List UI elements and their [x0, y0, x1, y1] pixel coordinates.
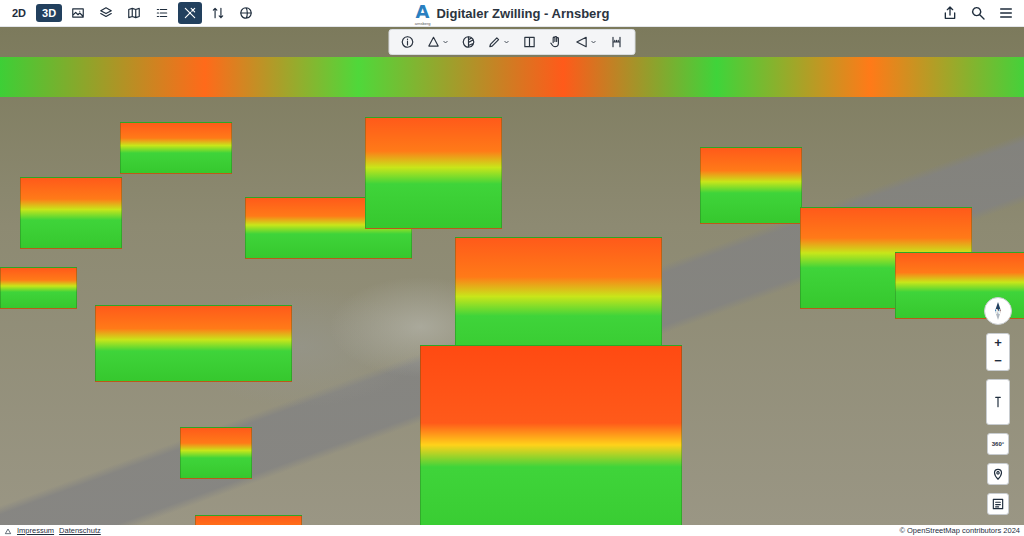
logo-caption: arnsberg [415, 22, 431, 26]
footer-links: Impressum Datenschutz [4, 525, 101, 536]
chevron-down-icon [442, 38, 450, 46]
view-mode-button[interactable]: 3D [36, 4, 62, 22]
building [195, 515, 302, 525]
building [0, 267, 77, 309]
view-toolbar: 2D3D [6, 2, 258, 24]
map-toolbar [389, 29, 636, 55]
building [120, 122, 232, 174]
draw-icon [488, 35, 502, 49]
view-360-button[interactable]: 360° [987, 433, 1009, 455]
location-pin-icon [991, 467, 1005, 481]
map-3d-view[interactable]: N +− 360° [0, 27, 1024, 525]
menu-button[interactable] [994, 2, 1018, 24]
chevron-down-icon [503, 38, 511, 46]
share-button[interactable] [938, 2, 962, 24]
zoom-control: +− [986, 333, 1010, 371]
search-icon [970, 5, 986, 21]
draw-tool[interactable] [483, 32, 516, 52]
app-title: Digitaler Zwilling - Arnsberg [436, 6, 609, 21]
compass[interactable]: N [984, 297, 1012, 325]
pan-icon [549, 35, 563, 49]
menu-icon [998, 5, 1014, 21]
chevron-down-icon [590, 38, 598, 46]
compass-north: N [995, 308, 1000, 315]
search-button[interactable] [966, 2, 990, 24]
legend-icon [155, 6, 169, 20]
layers-button[interactable] [94, 2, 118, 24]
location-button[interactable] [987, 463, 1009, 485]
share-tool[interactable] [570, 32, 603, 52]
legend-button[interactable] [150, 2, 174, 24]
top-bar: 2D3D Aarnsberg Digitaler Zwilling - Arnsbe… [0, 0, 1024, 27]
header-actions [938, 2, 1018, 24]
swap-icon [211, 6, 225, 20]
building [365, 117, 502, 229]
share-icon [942, 5, 958, 21]
image-button[interactable] [66, 2, 90, 24]
logo-letter: A [416, 1, 430, 22]
layers-icon [99, 6, 113, 20]
swap-button[interactable] [206, 2, 230, 24]
ruler-tool[interactable] [605, 32, 629, 52]
app: 2D3D Aarnsberg Digitaler Zwilling - Arnsbe… [0, 0, 1024, 536]
zoom-out-button[interactable]: − [987, 352, 1009, 370]
zoom-in-button[interactable]: + [987, 334, 1009, 352]
shade-tool[interactable] [457, 32, 481, 52]
info-tool[interactable] [396, 32, 420, 52]
view-mode-button[interactable]: 2D [6, 4, 32, 22]
shade-icon [462, 35, 476, 49]
tools-button[interactable] [178, 2, 202, 24]
info-icon [401, 35, 415, 49]
building [700, 147, 802, 224]
map-icon [127, 6, 141, 20]
share-icon [575, 35, 589, 49]
map-legend-button[interactable] [987, 493, 1009, 515]
split-tool[interactable] [518, 32, 542, 52]
building [420, 345, 682, 525]
globe-icon [239, 6, 253, 20]
tilt-slider[interactable] [986, 379, 1010, 425]
measure-tool[interactable] [422, 32, 455, 52]
ruler-icon [610, 35, 624, 49]
footer-link[interactable]: Impressum [17, 525, 54, 536]
image-icon [71, 6, 85, 20]
map-list-icon [991, 497, 1005, 511]
building [180, 427, 252, 479]
tilt-icon [991, 384, 1005, 420]
brand: Aarnsberg Digitaler Zwilling - Arnsberg [415, 0, 610, 27]
attribution[interactable]: © OpenStreetMap contributors 2024 [899, 525, 1020, 536]
split-icon [523, 35, 537, 49]
pan-tool[interactable] [544, 32, 568, 52]
footer-link[interactable]: Datenschutz [59, 525, 101, 536]
footer: Impressum Datenschutz © OpenStreetMap cont… [0, 525, 1024, 536]
measure-icon [427, 35, 441, 49]
cesium-icon [4, 527, 12, 535]
map-button[interactable] [122, 2, 146, 24]
map-controls: N +− 360° [984, 297, 1012, 515]
building [0, 57, 1024, 97]
building [95, 305, 292, 382]
logo: Aarnsberg [415, 1, 431, 26]
globe-button[interactable] [234, 2, 258, 24]
tools-icon [183, 6, 197, 20]
building [20, 177, 122, 249]
